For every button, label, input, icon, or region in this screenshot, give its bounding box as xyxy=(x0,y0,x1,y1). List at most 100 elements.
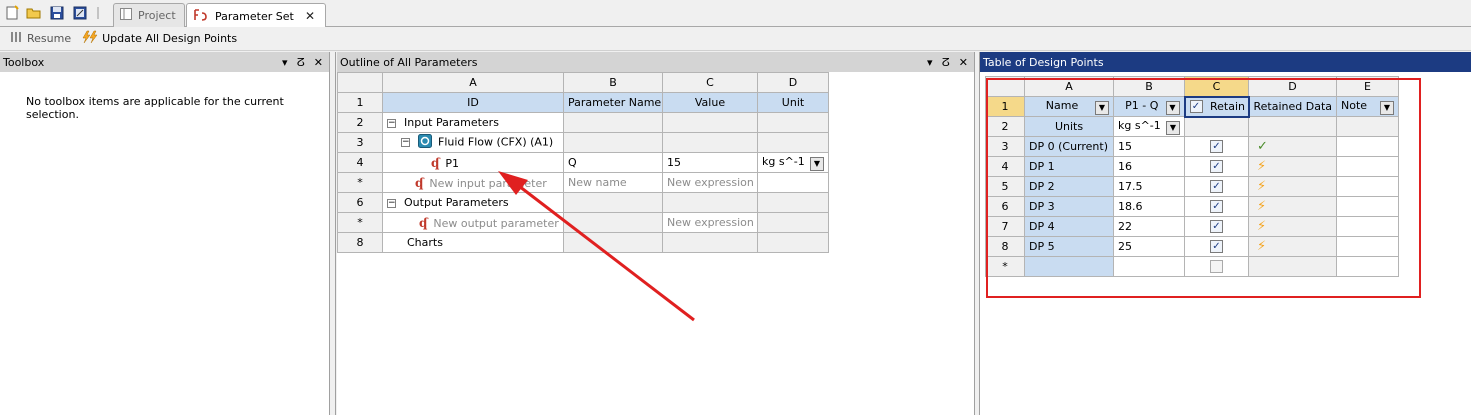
note-cell[interactable] xyxy=(1336,176,1399,197)
retain-cell[interactable]: ✓ xyxy=(1184,216,1249,237)
row-number[interactable]: 2 xyxy=(985,116,1025,137)
pin-icon[interactable]: ⵒ xyxy=(297,56,305,69)
new-name-cell[interactable] xyxy=(1024,256,1114,277)
design-point-q-value[interactable]: 16 xyxy=(1113,156,1185,177)
collapse-icon[interactable]: − xyxy=(387,118,396,128)
tree-cell[interactable]: ʠ P1 xyxy=(382,152,564,173)
header-value[interactable]: Value xyxy=(662,92,758,113)
row-number[interactable]: 6 xyxy=(985,196,1025,217)
design-point-name[interactable]: DP 5 xyxy=(1024,236,1114,257)
update-all-design-points-button[interactable]: Update All Design Points xyxy=(77,29,241,49)
tree-cell[interactable]: ʠ New output parameter xyxy=(382,212,564,233)
parameter-name-cell[interactable]: Q xyxy=(563,152,663,173)
column-letter[interactable]: A xyxy=(382,72,564,93)
note-cell[interactable] xyxy=(1336,216,1399,237)
design-point-q-value[interactable]: 17.5 xyxy=(1113,176,1185,197)
header-p1-q[interactable]: P1 - Q ▼ xyxy=(1113,96,1185,117)
column-letter[interactable]: B xyxy=(1113,76,1185,97)
row-number[interactable]: 4 xyxy=(985,156,1025,177)
row-number[interactable]: 8 xyxy=(985,236,1025,257)
header-unit[interactable]: Unit xyxy=(757,92,829,113)
row-number[interactable]: 1 xyxy=(985,96,1025,117)
note-cell[interactable] xyxy=(1336,236,1399,257)
retain-cell[interactable]: ✓ xyxy=(1184,236,1249,257)
design-point-name[interactable]: DP 1 xyxy=(1024,156,1114,177)
retain-checkbox[interactable]: ✓ xyxy=(1210,140,1223,154)
row-number[interactable]: * xyxy=(337,172,383,193)
retain-checkbox[interactable]: ✓ xyxy=(1210,160,1223,174)
resume-button[interactable]: Resume xyxy=(6,29,75,49)
units-cell[interactable]: kg s^-1 ▼ xyxy=(1113,116,1185,137)
new-expression-placeholder[interactable]: New expression xyxy=(662,172,758,193)
note-cell[interactable] xyxy=(1336,256,1399,277)
row-number[interactable]: 1 xyxy=(337,92,383,113)
retain-cell[interactable]: ✓ xyxy=(1184,136,1249,157)
note-cell[interactable] xyxy=(1336,156,1399,177)
collapse-icon[interactable]: − xyxy=(401,138,410,147)
column-letter[interactable]: E xyxy=(1336,76,1399,97)
tree-cell[interactable]: − Input Parameters xyxy=(382,112,564,133)
note-cell[interactable] xyxy=(1336,196,1399,217)
tree-cell[interactable]: Charts xyxy=(382,232,564,253)
design-point-q-value[interactable]: 18.6 xyxy=(1113,196,1185,217)
new-name-placeholder[interactable]: New name xyxy=(563,172,663,193)
header-note[interactable]: Note ▼ xyxy=(1336,96,1399,117)
column-letter[interactable]: D xyxy=(1248,76,1337,97)
tab-parameter-set[interactable]: Parameter Set ✕ xyxy=(186,3,326,28)
tree-cell[interactable]: − Output Parameters xyxy=(382,192,564,213)
column-letter[interactable]: B xyxy=(563,72,663,93)
row-number[interactable]: 7 xyxy=(985,216,1025,237)
pin-icon[interactable]: ⵒ xyxy=(942,56,950,69)
filter-dropdown-icon[interactable]: ▼ xyxy=(1380,100,1394,115)
close-panel-icon[interactable]: ✕ xyxy=(959,56,968,69)
retain-all-checkbox[interactable]: ✓ xyxy=(1189,100,1203,114)
row-number[interactable]: 8 xyxy=(337,232,383,253)
open-folder-icon[interactable] xyxy=(24,3,43,22)
unit-dropdown-icon[interactable]: ▼ xyxy=(1166,120,1180,135)
new-expression-placeholder[interactable]: New expression xyxy=(662,212,758,233)
note-cell[interactable] xyxy=(1336,136,1399,157)
retain-checkbox[interactable]: ✓ xyxy=(1210,220,1223,234)
column-letter[interactable]: A xyxy=(1024,76,1114,97)
retain-checkbox[interactable] xyxy=(1210,260,1223,274)
retain-checkbox[interactable]: ✓ xyxy=(1210,180,1223,194)
retain-cell[interactable]: ✓ xyxy=(1184,176,1249,197)
design-point-name[interactable]: DP 4 xyxy=(1024,216,1114,237)
row-number[interactable]: 6 xyxy=(337,192,383,213)
unit-dropdown-icon[interactable]: ▼ xyxy=(810,156,824,171)
tab-project[interactable]: Project xyxy=(113,3,185,27)
row-number[interactable]: 3 xyxy=(985,136,1025,157)
panel-splitter[interactable] xyxy=(330,52,336,415)
row-number[interactable]: * xyxy=(337,212,383,233)
header-retained-data[interactable]: Retained Data xyxy=(1248,96,1337,117)
design-point-q-value[interactable]: 15 xyxy=(1113,136,1185,157)
header-parameter-name[interactable]: Parameter Name xyxy=(563,92,663,113)
row-number[interactable]: 3 xyxy=(337,132,383,153)
row-number[interactable]: 5 xyxy=(985,176,1025,197)
retain-cell[interactable] xyxy=(1184,256,1249,277)
retain-cell[interactable]: ✓ xyxy=(1184,156,1249,177)
retain-cell[interactable]: ✓ xyxy=(1184,196,1249,217)
save-icon[interactable] xyxy=(47,3,66,22)
design-point-q-value[interactable]: 25 xyxy=(1113,236,1185,257)
unit-cell[interactable]: kg s^-1 ▼ xyxy=(757,152,829,173)
filter-dropdown-icon[interactable]: ▼ xyxy=(1165,100,1180,115)
tree-cell[interactable]: − Fluid Flow (CFX) (A1) xyxy=(382,132,564,153)
header-name[interactable]: Name ▼ xyxy=(1024,96,1114,117)
design-point-q-value[interactable]: 22 xyxy=(1113,216,1185,237)
column-letter-selected[interactable]: C xyxy=(1184,76,1249,97)
header-id[interactable]: ID xyxy=(382,92,564,113)
retain-checkbox[interactable]: ✓ xyxy=(1210,200,1223,214)
close-panel-icon[interactable]: ✕ xyxy=(314,56,323,69)
row-number[interactable]: * xyxy=(985,256,1025,277)
tree-cell[interactable]: ʠ New input parameter xyxy=(382,172,564,193)
row-number[interactable]: 2 xyxy=(337,112,383,133)
value-cell[interactable]: 15 xyxy=(662,152,758,173)
design-point-name[interactable]: DP 2 xyxy=(1024,176,1114,197)
save-as-icon[interactable] xyxy=(70,3,89,22)
new-value-cell[interactable] xyxy=(1113,256,1185,277)
design-point-name[interactable]: DP 0 (Current) xyxy=(1024,136,1114,157)
column-letter[interactable]: D xyxy=(757,72,829,93)
collapse-icon[interactable]: − xyxy=(387,198,396,208)
panel-menu-icon[interactable]: ▾ xyxy=(927,56,933,69)
